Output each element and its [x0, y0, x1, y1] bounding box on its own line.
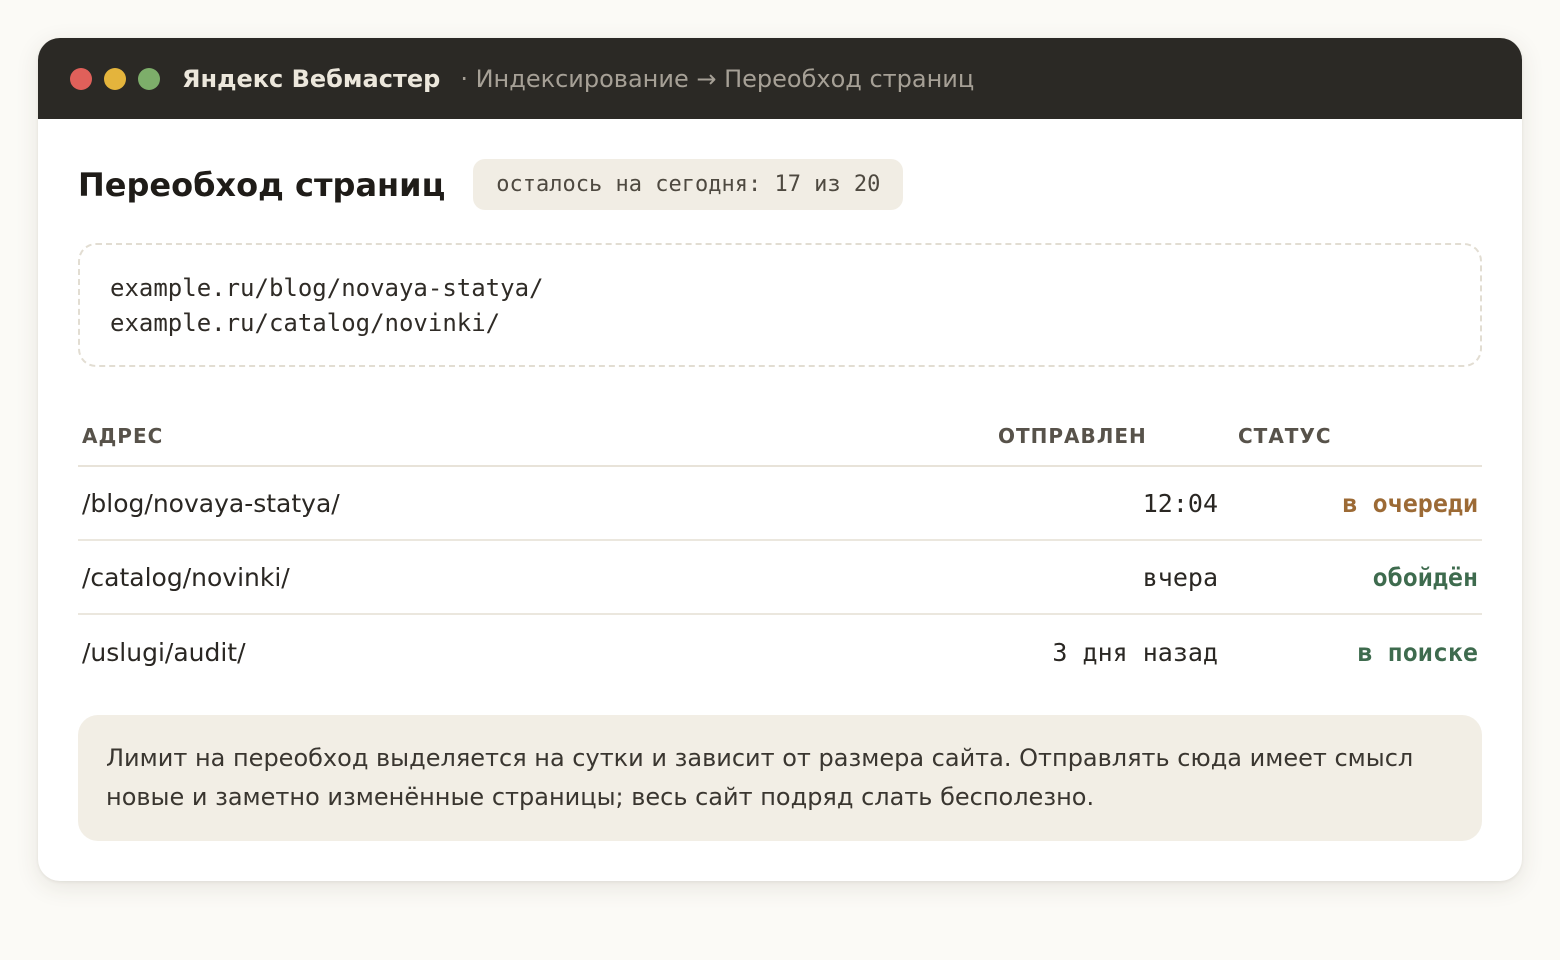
main-content: Переобход страниц осталось на сегодня: 1…: [38, 159, 1522, 841]
row-address: /blog/novaya-statya/: [82, 488, 340, 518]
maximize-window-button[interactable]: [138, 67, 160, 90]
row-status: в очереди: [1342, 488, 1478, 518]
app-title: Яндекс Вебмастер: [182, 64, 441, 93]
url-input[interactable]: example.ru/blog/novaya-statya/ example.r…: [78, 243, 1482, 367]
app-window: Яндекс Вебмастер · Индексирование → Пере…: [38, 38, 1522, 881]
minimize-window-button[interactable]: [104, 67, 126, 90]
info-note: Лимит на переобход выделяется на сутки и…: [78, 715, 1482, 841]
table-header: АДРЕС ОТПРАВЛЕН СТАТУС: [78, 407, 1482, 467]
row-status: обойдён: [1372, 562, 1478, 592]
row-sent: 3 дня назад: [1052, 637, 1218, 667]
column-header-sent: ОТПРАВЛЕН: [998, 424, 1147, 448]
column-header-address: АДРЕС: [82, 424, 164, 448]
quota-badge: осталось на сегодня: 17 из 20: [473, 159, 904, 210]
table-row: /catalog/novinki/ вчера обойдён: [78, 541, 1482, 615]
row-status: в поиске: [1357, 637, 1478, 667]
column-header-status: СТАТУС: [1238, 424, 1332, 448]
title-bar: Яндекс Вебмастер · Индексирование → Пере…: [38, 38, 1522, 119]
recrawl-table: АДРЕС ОТПРАВЛЕН СТАТУС /blog/novaya-stat…: [78, 407, 1482, 689]
table-row: /uslugi/audit/ 3 дня назад в поиске: [78, 615, 1482, 689]
page-title: Переобход страниц: [78, 165, 446, 204]
row-address: /catalog/novinki/: [82, 562, 290, 592]
breadcrumb[interactable]: · Индексирование → Переобход страниц: [460, 65, 974, 93]
row-address: /uslugi/audit/: [82, 637, 246, 667]
row-sent: 12:04: [1142, 488, 1218, 518]
table-row: /blog/novaya-statya/ 12:04 в очереди: [78, 467, 1482, 541]
close-window-button[interactable]: [70, 67, 92, 90]
heading-row: Переобход страниц осталось на сегодня: 1…: [78, 159, 1482, 210]
row-sent: вчера: [1142, 562, 1218, 592]
